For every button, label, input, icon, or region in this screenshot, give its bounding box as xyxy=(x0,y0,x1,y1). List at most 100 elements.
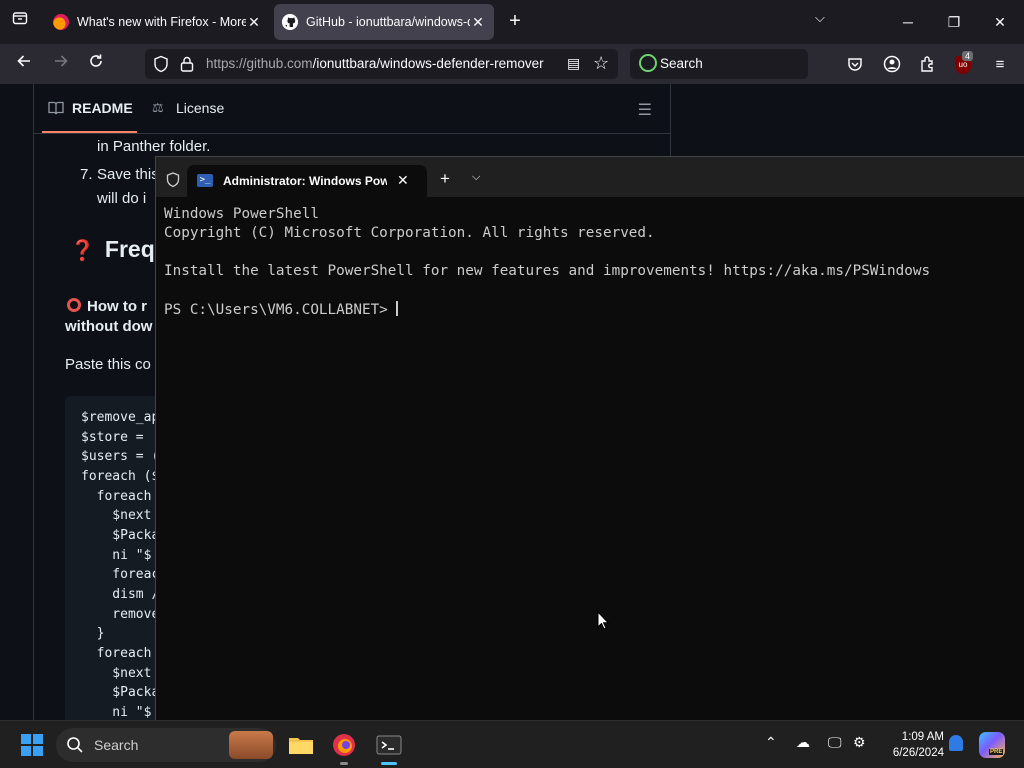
table-of-contents-icon[interactable]: ☰ xyxy=(638,100,652,120)
reload-button[interactable] xyxy=(83,52,109,78)
bookmark-star-icon[interactable]: ☆ xyxy=(593,53,609,74)
readme-tab-bar: README ⚖ License ☰ xyxy=(34,84,670,134)
back-button[interactable] xyxy=(11,52,37,78)
show-hidden-icons-chevron-icon[interactable]: ⌃ xyxy=(765,734,777,751)
question-mark-icon: ❓ xyxy=(70,240,95,262)
code-line: ni "$ xyxy=(81,548,152,563)
restore-button[interactable]: ❐ xyxy=(931,8,977,36)
extensions-puzzle-icon[interactable] xyxy=(918,55,938,75)
chevron-down-icon[interactable]: ⌵ xyxy=(815,10,825,26)
search-icon xyxy=(66,736,84,754)
reload-icon xyxy=(90,54,102,67)
readme-text: will do i xyxy=(97,190,147,207)
terminal-icon[interactable] xyxy=(373,729,405,761)
tab-title: GitHub - ionuttbara/windows-defender-rem… xyxy=(306,15,470,29)
powershell-icon: >_ xyxy=(197,174,213,187)
code-line: foreach ($ xyxy=(81,469,160,484)
admin-shield-icon xyxy=(166,172,180,188)
code-line: $next xyxy=(81,508,152,523)
firefox-taskbar-icon[interactable] xyxy=(328,729,360,761)
terminal-tab[interactable]: >_ Administrator: Windows PowerShell ✕ xyxy=(187,165,427,197)
code-line: } xyxy=(81,626,105,641)
terminal-output[interactable]: Windows PowerShell Copyright (C) Microso… xyxy=(156,197,1024,721)
tab-license[interactable]: ⚖ License xyxy=(152,100,224,116)
close-window-button[interactable]: ✕ xyxy=(977,8,1023,36)
code-line: $remove_ap xyxy=(81,410,160,425)
text-cursor xyxy=(396,301,398,316)
display-icon[interactable]: 🖵 xyxy=(828,734,842,751)
copilot-preview-badge: PRE xyxy=(989,749,1004,755)
code-line: $Packa xyxy=(81,685,160,700)
faq-question: How to r xyxy=(67,298,147,315)
forward-button[interactable] xyxy=(48,52,74,78)
arrow-left-icon xyxy=(17,55,30,67)
new-terminal-tab-button[interactable]: + xyxy=(440,169,450,189)
code-line: $Packa xyxy=(81,528,160,543)
code-line: foreach xyxy=(81,489,152,504)
readme-text: Save this xyxy=(97,166,159,183)
onedrive-offline-icon[interactable]: ☁ xyxy=(796,734,810,751)
arrow-right-icon xyxy=(55,55,68,67)
terminal-line: Copyright (C) Microsoft Corporation. All… xyxy=(164,225,655,241)
terminal-window[interactable]: >_ Administrator: Windows PowerShell ✕ +… xyxy=(155,156,1024,720)
hamburger-menu-icon[interactable]: ≡ xyxy=(990,55,1010,75)
tab-list-button[interactable] xyxy=(8,10,32,34)
tracking-protection-shield-icon[interactable] xyxy=(153,55,169,73)
faq-question-cont: without dow xyxy=(65,318,153,335)
notification-bell-icon[interactable] xyxy=(949,735,963,751)
app-active-indicator xyxy=(381,762,397,765)
clock-time: 1:09 AM xyxy=(901,731,944,743)
firefox-icon xyxy=(53,14,69,30)
book-icon xyxy=(48,101,64,115)
system-clock[interactable]: 1:09 AM 6/26/2024 xyxy=(874,729,944,761)
active-tab-underline xyxy=(42,131,137,133)
reader-view-icon[interactable]: ▤ xyxy=(567,55,580,72)
tab-list-icon xyxy=(12,12,28,25)
tab-readme-label: README xyxy=(72,100,133,116)
code-line: $users = ( xyxy=(81,449,160,464)
browser-tab-strip: What's new with Firefox - More ✕ GitHub … xyxy=(0,0,1024,44)
taskbar-search-box[interactable]: Search xyxy=(56,728,276,762)
pocket-icon[interactable] xyxy=(845,55,865,75)
new-tab-button[interactable]: + xyxy=(503,10,527,34)
close-tab-icon[interactable]: ✕ xyxy=(246,14,262,31)
ublock-count-badge: 4 xyxy=(962,51,974,61)
terminal-prompt[interactable]: PS C:\Users\VM6.COLLABNET> xyxy=(164,301,398,318)
windows-start-icon[interactable] xyxy=(21,734,43,756)
close-tab-icon[interactable]: ✕ xyxy=(397,172,409,189)
faq-heading: ❓ Frequ xyxy=(70,236,169,263)
url-bar[interactable]: https://github.com/ionuttbara/windows-de… xyxy=(145,49,618,79)
app-running-indicator xyxy=(340,762,348,765)
terminal-line: Windows PowerShell xyxy=(164,206,319,222)
code-line: $store = xyxy=(81,430,152,445)
mouse-pointer-icon xyxy=(597,611,609,630)
code-line: $next xyxy=(81,666,152,681)
tab-readme[interactable]: README xyxy=(48,100,133,116)
terminal-tab-title: Administrator: Windows PowerShell xyxy=(223,174,387,188)
code-line: foreach xyxy=(81,646,152,661)
tab-firefox-whats-new[interactable]: What's new with Firefox - More ✕ xyxy=(45,4,270,40)
code-line: foreac xyxy=(81,567,160,582)
lock-icon[interactable] xyxy=(180,55,194,73)
search-bar[interactable]: Search xyxy=(630,49,808,79)
tab-github[interactable]: GitHub - ionuttbara/windows-defender-rem… xyxy=(274,4,494,40)
network-volume-icon[interactable]: ⚙ xyxy=(853,734,866,751)
url-path: /ionuttbara/windows-defender-remover xyxy=(312,56,544,71)
windows-taskbar: Search ⌃ ☁ 🖵 ⚙ 1:09 AM 6/26/2024 PRE xyxy=(0,720,1024,768)
taskbar-search-label: Search xyxy=(94,737,139,753)
tab-license-label: License xyxy=(176,100,225,116)
readme-text: in Panther folder. xyxy=(97,138,211,155)
close-tab-icon[interactable]: ✕ xyxy=(470,14,486,31)
account-icon[interactable] xyxy=(882,55,902,75)
code-line: dism / xyxy=(81,587,160,602)
chevron-down-icon[interactable]: ⌵ xyxy=(472,171,480,184)
terminal-line: Install the latest PowerShell for new fe… xyxy=(164,263,931,279)
url-text[interactable]: https://github.com/ionuttbara/windows-de… xyxy=(206,56,561,71)
search-engine-icon[interactable] xyxy=(639,54,657,72)
red-circle-icon xyxy=(67,298,81,312)
terminal-title-bar[interactable]: >_ Administrator: Windows PowerShell ✕ +… xyxy=(156,157,1024,197)
github-icon xyxy=(282,14,298,30)
minimize-button[interactable]: ─ xyxy=(885,8,931,36)
file-explorer-icon[interactable] xyxy=(285,729,317,761)
clock-date: 6/26/2024 xyxy=(892,747,944,759)
